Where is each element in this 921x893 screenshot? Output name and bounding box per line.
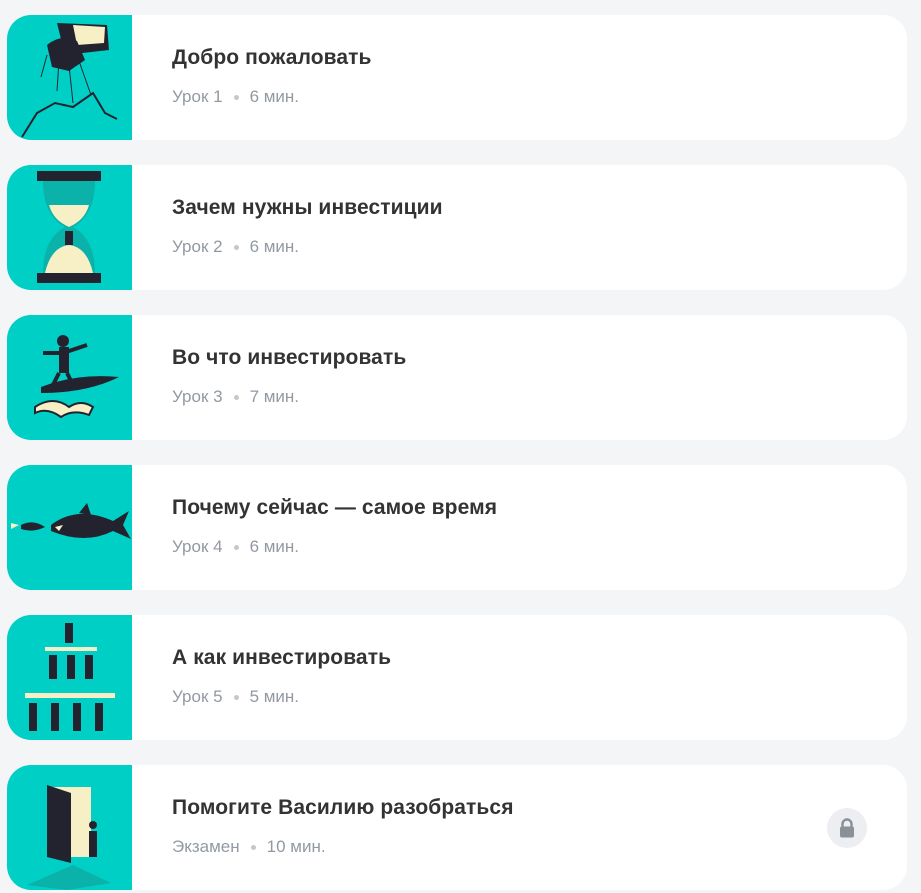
- lesson-card[interactable]: Почему сейчас — самое время Урок 4 6 мин…: [7, 465, 907, 590]
- surfer-icon: [7, 315, 132, 440]
- lesson-title: Зачем нужны инвестиции: [172, 196, 443, 219]
- shark-icon: [7, 465, 132, 590]
- hourglass-icon: [7, 165, 132, 290]
- lesson-meta: Урок 1 6 мин.: [172, 87, 372, 107]
- puppeteer-hand-icon: [7, 15, 132, 140]
- lesson-card[interactable]: Зачем нужны инвестиции Урок 2 6 мин.: [7, 165, 907, 290]
- door-icon: [7, 765, 132, 890]
- separator-dot: [233, 244, 239, 250]
- lesson-meta: Урок 3 7 мин.: [172, 387, 406, 407]
- lock-icon: [827, 808, 867, 848]
- lesson-duration: 7 мин.: [249, 387, 300, 406]
- lesson-duration: 6 мин.: [249, 237, 300, 256]
- lesson-number: Урок 2: [172, 237, 223, 256]
- lesson-number: Урок 1: [172, 87, 223, 106]
- lesson-number: Урок 5: [172, 687, 223, 706]
- lesson-duration: 6 мин.: [249, 87, 300, 106]
- lesson-duration: 5 мин.: [249, 687, 300, 706]
- separator-dot: [233, 94, 239, 100]
- lesson-number: Экзамен: [172, 837, 240, 856]
- exam-card[interactable]: Помогите Василию разобраться Экзамен 10 …: [7, 765, 907, 890]
- lesson-number: Урок 3: [172, 387, 223, 406]
- lesson-meta: Урок 4 6 мин.: [172, 537, 497, 557]
- lesson-title: Помогите Василию разобраться: [172, 796, 514, 819]
- lesson-list: Добро пожаловать Урок 1 6 мин. Зачем нуж…: [0, 0, 921, 893]
- separator-dot: [233, 394, 239, 400]
- lesson-meta: Урок 5 5 мин.: [172, 687, 391, 707]
- pyramid-people-icon: [7, 615, 132, 740]
- lesson-meta: Экзамен 10 мин.: [172, 837, 514, 857]
- lesson-duration: 6 мин.: [249, 537, 300, 556]
- lesson-title: А как инвестировать: [172, 646, 392, 669]
- separator-dot: [250, 844, 256, 850]
- separator-dot: [233, 544, 239, 550]
- lesson-card[interactable]: Добро пожаловать Урок 1 6 мин.: [7, 15, 907, 140]
- lesson-card[interactable]: А как инвестировать Урок 5 5 мин.: [7, 615, 907, 740]
- lesson-title: Добро пожаловать: [172, 46, 372, 69]
- lesson-card[interactable]: Во что инвестировать Урок 3 7 мин.: [7, 315, 907, 440]
- lesson-title: Во что инвестировать: [172, 346, 407, 369]
- lesson-number: Урок 4: [172, 537, 223, 556]
- lesson-duration: 10 мин.: [266, 837, 326, 856]
- lesson-meta: Урок 2 6 мин.: [172, 237, 443, 257]
- separator-dot: [233, 694, 239, 700]
- lesson-title: Почему сейчас — самое время: [172, 496, 498, 519]
